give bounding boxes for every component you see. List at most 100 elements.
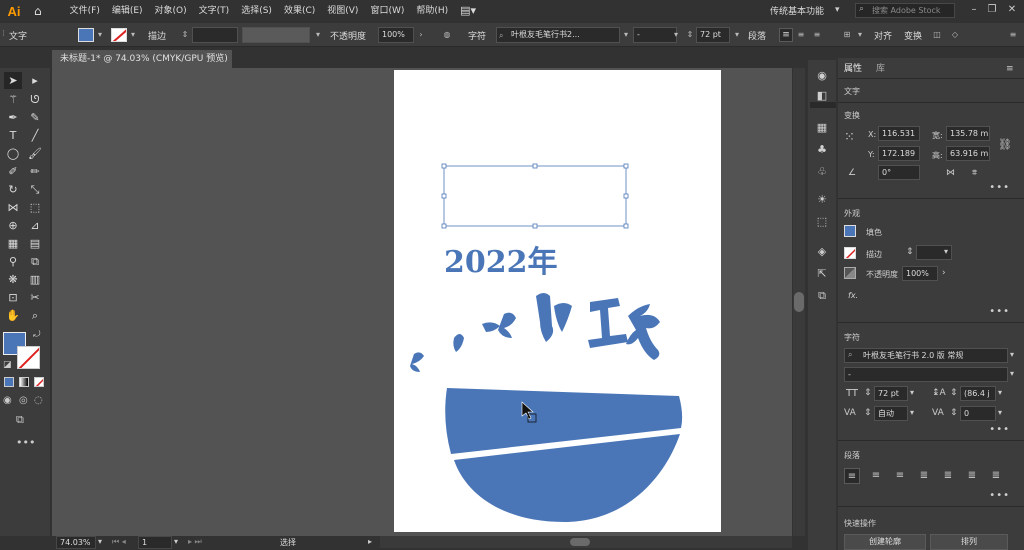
chevron-down-icon[interactable]: ▾	[671, 28, 681, 42]
hand-icon[interactable]: ✋	[4, 307, 22, 324]
chevron-right-icon[interactable]: ▸	[368, 537, 372, 546]
slice-icon[interactable]: ✂	[26, 289, 44, 306]
swap-icon[interactable]: ⤾	[33, 330, 41, 340]
font-family-field[interactable]: 叶根友毛笔行书 2.0 版 常规	[844, 348, 1008, 363]
gradient-icon[interactable]: ▤	[26, 235, 44, 252]
graph-icon[interactable]: ▥	[26, 271, 44, 288]
stock-search-input[interactable]: 搜索 Adobe Stock	[855, 3, 955, 18]
draw-behind-icon[interactable]: ◎	[19, 395, 28, 406]
reference-point-icon[interactable]: ⁙	[844, 130, 855, 145]
chevron-down-icon[interactable]: ▾	[1010, 350, 1014, 359]
pen-icon[interactable]: ✒	[4, 109, 22, 126]
opacity-field[interactable]: 100%	[378, 27, 414, 43]
more-tools-icon[interactable]: •••	[16, 436, 35, 449]
more-options-icon[interactable]: •••	[989, 424, 1010, 435]
stepper-icon[interactable]: ⇕	[685, 28, 695, 42]
leading-field[interactable]: (86.4 j	[960, 386, 996, 401]
curvature-icon[interactable]: ✎	[26, 109, 44, 126]
none-mode-icon[interactable]	[34, 377, 44, 387]
font-size-field[interactable]: 72 pt	[874, 386, 908, 401]
chevron-down-icon[interactable]: ▾	[313, 28, 323, 42]
export-icon[interactable]: ⬚	[814, 214, 830, 230]
direct-selection-icon[interactable]: ▸	[26, 72, 44, 89]
opacity-field[interactable]: 100%	[902, 266, 938, 281]
selection-tool-icon[interactable]: ➤	[4, 72, 22, 89]
justify-all-icon[interactable]: ≣	[988, 468, 1004, 484]
isolate-icon[interactable]: ◫	[932, 28, 942, 42]
color-guide-icon[interactable]: ☀	[814, 192, 830, 208]
color-mode-icon[interactable]	[4, 377, 14, 387]
align-right-icon[interactable]: ≡	[892, 468, 908, 484]
more-options-icon[interactable]: •••	[989, 182, 1010, 193]
justify-left-icon[interactable]: ≣	[916, 468, 932, 484]
chevron-down-icon[interactable]: ▾	[128, 28, 138, 42]
menu-object[interactable]: 对象(O)	[149, 0, 193, 22]
tab-properties[interactable]: 属性	[838, 60, 869, 78]
height-field[interactable]: 63.916 m	[946, 146, 990, 161]
ellipse-tool-icon[interactable]: ◯	[4, 145, 22, 162]
width-field[interactable]: 135.78 m	[946, 126, 990, 141]
chevron-down-icon[interactable]: ▾	[998, 388, 1002, 397]
flip-vertical-icon[interactable]: ⩨	[972, 168, 977, 178]
transform-label[interactable]: 变换	[904, 29, 922, 42]
align-center-icon[interactable]: ≡	[796, 28, 806, 42]
justify-center-icon[interactable]: ≣	[940, 468, 956, 484]
symbols-icon[interactable]: ♣	[814, 142, 830, 158]
zoom-field[interactable]: 74.03%	[56, 536, 96, 549]
shape-icon[interactable]: ◇	[950, 28, 960, 42]
horizontal-scrollbar[interactable]	[380, 536, 792, 548]
font-family-field[interactable]: 叶根友毛笔行书2...	[496, 27, 620, 43]
link-icon[interactable]: ⛓	[998, 138, 1012, 151]
minimize-icon[interactable]: –	[966, 2, 982, 18]
layers-icon[interactable]: ◈	[814, 244, 830, 260]
menu-window[interactable]: 窗口(W)	[364, 0, 410, 22]
fill-swatch[interactable]	[844, 225, 856, 237]
more-options-icon[interactable]: •••	[989, 490, 1010, 501]
chevron-right-icon[interactable]: ›	[942, 268, 946, 278]
scroll-thumb[interactable]	[570, 538, 590, 546]
menu-file[interactable]: 文件(F)	[64, 0, 106, 22]
magic-wand-icon[interactable]: ⚚	[4, 91, 22, 108]
char-label[interactable]: 字符	[468, 29, 486, 42]
menu-view[interactable]: 视图(V)	[321, 0, 364, 22]
stepper-icon[interactable]: ⇕	[180, 28, 190, 42]
document-tab[interactable]: 未标题-1* @ 74.03% (CMYK/GPU 预览) ×	[52, 50, 232, 82]
draw-inside-icon[interactable]: ◌	[34, 395, 43, 406]
perspective-icon[interactable]: ⊿	[26, 217, 44, 234]
stepper-icon[interactable]: ⇕	[906, 247, 914, 257]
artboards-icon[interactable]: ⧉	[814, 288, 830, 304]
para-label[interactable]: 段落	[748, 29, 766, 42]
chevron-down-icon[interactable]: ▾	[910, 388, 914, 397]
brush-icon[interactable]: 🖌	[26, 145, 44, 162]
arrange-docs-icon[interactable]: ▤▾	[454, 0, 482, 22]
align-right-icon[interactable]: ≡	[812, 28, 822, 42]
draw-normal-icon[interactable]: ◉	[3, 395, 12, 406]
menu-select[interactable]: 选择(S)	[235, 0, 278, 22]
justify-right-icon[interactable]: ≣	[964, 468, 980, 484]
swatches-icon[interactable]: ♧	[814, 164, 830, 180]
brushes-icon[interactable]: ▦	[814, 120, 830, 136]
home-icon[interactable]: ⌂	[28, 0, 48, 22]
type-tool-icon[interactable]: T	[4, 127, 22, 144]
eyedropper-icon[interactable]: ⚲	[4, 253, 22, 270]
align-left-icon[interactable]: ≡	[844, 468, 860, 484]
create-outlines-button[interactable]: 创建轮廓	[844, 534, 926, 550]
stepper-icon[interactable]: ⇕	[950, 408, 958, 418]
arrange-button[interactable]: 排列	[930, 534, 1008, 550]
symbol-sprayer-icon[interactable]: ❋	[4, 271, 22, 288]
appearance-icon[interactable]: ◉	[814, 68, 830, 84]
kerning-field[interactable]: 自动	[874, 406, 908, 421]
font-style-field[interactable]: -	[844, 367, 1008, 382]
chevron-right-icon[interactable]: ›	[416, 28, 426, 42]
zoom-icon[interactable]: ⌕	[26, 307, 44, 324]
lasso-icon[interactable]: ᘎ	[26, 91, 44, 108]
menu-help[interactable]: 帮助(H)	[410, 0, 454, 22]
chevron-down-icon[interactable]: ▾	[98, 537, 102, 546]
artboard-icon[interactable]: ⊡	[4, 289, 22, 306]
stroke-swatch[interactable]	[111, 28, 127, 42]
screen-mode-icon[interactable]: ⧉	[16, 413, 24, 427]
chevron-down-icon[interactable]: ▾	[835, 5, 840, 15]
restore-icon[interactable]: ❐	[984, 2, 1000, 18]
first-artboard-icon[interactable]: ⏮ ◂	[112, 537, 126, 547]
mesh-icon[interactable]: ▦	[4, 235, 22, 252]
